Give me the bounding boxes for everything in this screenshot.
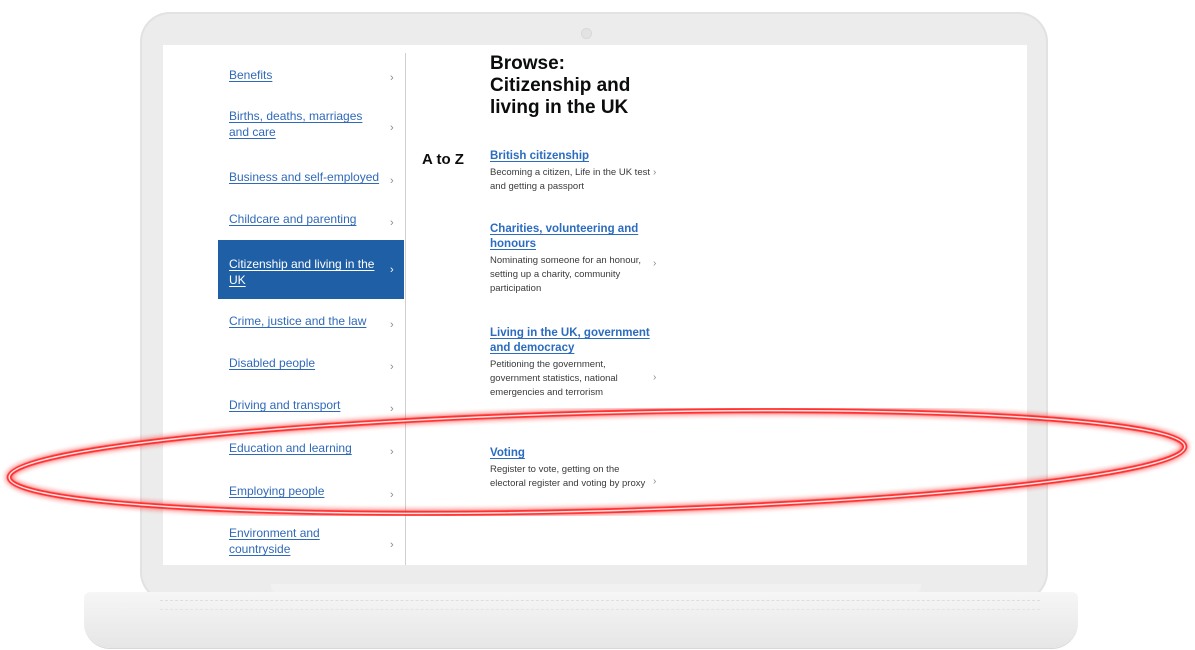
topic-link[interactable]: Charities, volunteering and honours <box>490 222 650 252</box>
chevron-right-icon: › <box>390 264 394 276</box>
chevron-right-icon: › <box>390 122 394 134</box>
sidebar-item-label: Benefits <box>229 68 273 82</box>
laptop-keyboard <box>160 600 1040 610</box>
sidebar-item-disabled-people[interactable]: Disabled people › <box>218 355 404 375</box>
chevron-right-icon: › <box>390 175 394 187</box>
topic-charities-volunteering: Charities, volunteering and honours Nomi… <box>490 222 650 296</box>
chevron-right-icon: › <box>653 167 657 178</box>
webcam-icon <box>581 28 592 39</box>
sidebar-item-childcare[interactable]: Childcare and parenting › <box>218 211 404 231</box>
highlight-ellipse-outer <box>6 408 1188 516</box>
sidebar-item-label: Childcare and parenting <box>229 212 357 226</box>
sidebar-item-benefits[interactable]: Benefits › <box>218 67 404 87</box>
topic-living-in-the-uk: Living in the UK, government and democra… <box>490 326 650 400</box>
chevron-right-icon: › <box>390 361 394 373</box>
sidebar-item-business[interactable]: Business and self-employed › <box>218 169 404 189</box>
sidebar-item-label: Births, deaths, marriages and care <box>229 109 363 139</box>
chevron-right-icon: › <box>390 319 394 331</box>
topic-description: Becoming a citizen, Life in the UK test … <box>490 167 650 192</box>
topic-link[interactable]: British citizenship <box>490 149 650 164</box>
sidebar-item-label: Citizenship and living in the UK <box>229 257 375 287</box>
sidebar-item-label: Crime, justice and the law <box>229 314 367 328</box>
sidebar-item-label: Environment and countryside <box>229 526 320 556</box>
a-to-z-heading: A to Z <box>422 151 464 168</box>
chevron-right-icon: › <box>653 372 657 383</box>
sidebar-item-births-deaths-marriages[interactable]: Births, deaths, marriages and care › <box>218 108 404 144</box>
topic-description: Nominating someone for an honour, settin… <box>490 255 642 294</box>
highlight-ellipse-inner <box>8 409 1186 515</box>
topic-british-citizenship: British citizenship Becoming a citizen, … <box>490 149 650 194</box>
sidebar-item-label: Disabled people <box>229 356 316 370</box>
topic-description: Petitioning the government, government s… <box>490 359 618 398</box>
chevron-right-icon: › <box>653 258 657 269</box>
chevron-right-icon: › <box>390 217 394 229</box>
sidebar-item-crime-justice[interactable]: Crime, justice and the law › <box>218 313 404 333</box>
highlight-ring <box>6 408 1188 516</box>
chevron-right-icon: › <box>390 72 394 84</box>
topic-link[interactable]: Living in the UK, government and democra… <box>490 326 650 356</box>
page-title: Browse: Citizenship and living in the UK <box>490 53 631 118</box>
sidebar-item-citizenship[interactable]: Citizenship and living in the UK › <box>218 240 404 299</box>
sidebar-item-label: Business and self-employed <box>229 170 380 184</box>
sidebar-item-environment[interactable]: Environment and countryside › <box>218 525 404 561</box>
chevron-right-icon: › <box>390 539 394 551</box>
